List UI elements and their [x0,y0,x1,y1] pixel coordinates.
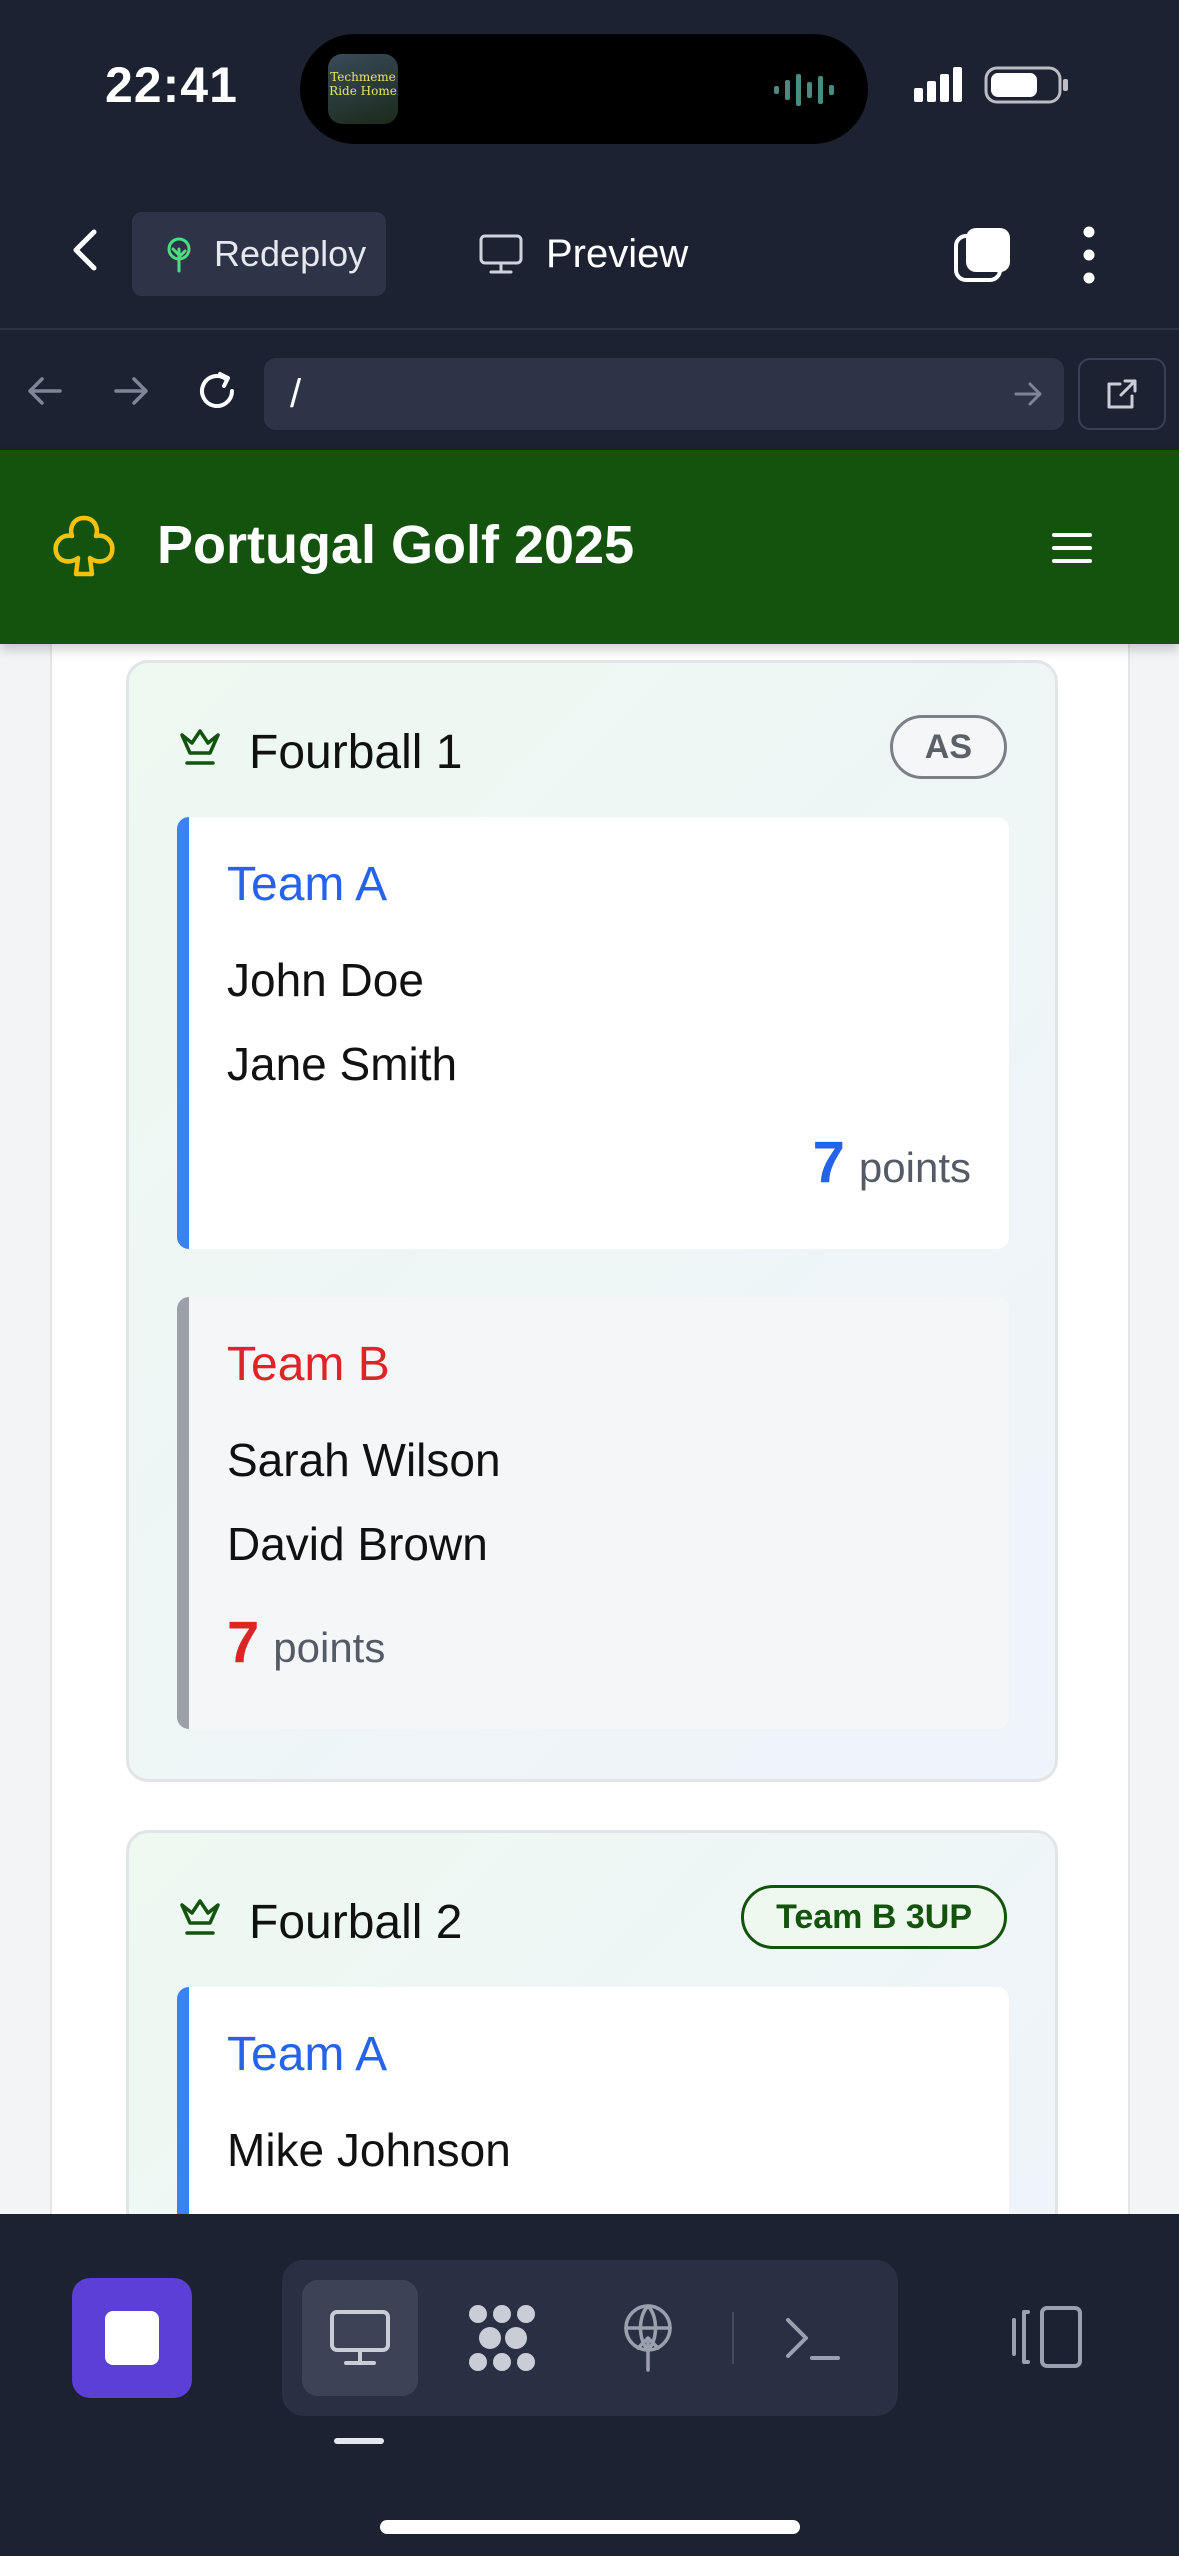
app-toolbar: Redeploy Preview [0,180,1179,330]
stop-icon [105,2311,159,2365]
view-switcher [282,2260,898,2416]
active-tab-indicator [334,2438,384,2444]
player-name: Sarah Wilson [227,1434,501,1486]
match-card: Fourball 1 AS Team A John Doe Jane Smith… [126,660,1058,1782]
signal-icon [914,67,962,102]
match-title: Fourball 1 [249,726,463,779]
team-b-points: 7 points [227,1609,385,1676]
team-a-name: Team A [227,858,388,911]
match-header: Fourball 2 Team B 3UP [177,1883,1007,1953]
status-icons [914,66,1068,104]
back-icon[interactable] [60,220,110,280]
redeploy-label: Redeploy [214,233,367,274]
url-text: / [290,371,302,416]
crown-icon [180,1899,220,1935]
site-header: Portugal Golf 2025 [0,450,1179,644]
match-status-badge: AS [889,715,1007,779]
terminal-icon [786,2318,840,2360]
preview-button[interactable]: Preview [478,212,688,296]
bottom-toolbar [0,2214,1179,2556]
player-name: David Brown [227,1518,488,1570]
team-a-card: Team A John Doe Jane Smith 7 points [177,817,1009,1249]
deploy-tree-icon [167,237,191,273]
desktop-view-button[interactable] [302,2280,418,2396]
url-input[interactable]: / [264,358,1064,430]
points-value: 7 [812,1130,845,1195]
dynamic-island[interactable]: Techmeme Ride Home [300,34,868,144]
match-status-badge: Team B 3UP [741,1885,1007,1949]
browser-back-icon[interactable] [14,360,76,422]
nodes-view-button[interactable] [444,2280,560,2396]
golf-club-icon[interactable] [48,512,120,584]
more-options-icon[interactable] [1066,224,1112,286]
crown-icon [180,729,220,765]
toolbar-divider [732,2312,734,2364]
player-name: Mike Johnson [227,2124,511,2176]
monitor-icon [479,234,523,274]
deploy-icon [624,2304,672,2372]
reload-icon[interactable] [186,360,248,422]
points-label: points [273,1624,386,1671]
points-value: 7 [227,1610,260,1675]
clock: 22:41 [105,57,238,113]
menu-icon[interactable] [1050,526,1094,570]
status-bar: 22:41 Techmeme Ride Home [0,0,1179,180]
team-a-card: Team A Mike Johnson [177,1987,1009,2214]
team-b-name: Team B [227,1338,390,1391]
open-external-button[interactable] [1078,358,1166,430]
team-b-card: Team B Sarah Wilson David Brown 7 points [177,1297,1009,1729]
battery-icon [984,66,1068,104]
points-label: points [858,1144,971,1191]
player-name: Jane Smith [227,1038,458,1090]
desktop-icon [330,2310,390,2365]
site-title[interactable]: Portugal Golf 2025 [157,514,634,576]
browser-forward-icon[interactable] [100,360,162,422]
audio-wave-icon [774,74,834,106]
matches-panel: Fourball 1 AS Team A John Doe Jane Smith… [50,644,1130,2214]
preview-label: Preview [546,231,689,276]
deploy-view-button[interactable] [590,2280,706,2396]
team-a-name: Team A [227,2028,388,2081]
match-header: Fourball 1 AS [177,713,1007,783]
external-link-icon [1107,379,1137,409]
stop-button[interactable] [72,2278,192,2398]
terminal-button[interactable] [754,2280,870,2396]
nodes-icon [469,2305,535,2371]
go-arrow-icon[interactable] [1010,376,1046,412]
panel-icon[interactable] [1006,2298,1086,2378]
team-a-points: 7 points [813,1129,971,1196]
match-card: Fourball 2 Team B 3UP Team A Mike Johnso… [126,1830,1058,2214]
home-indicator[interactable] [380,2520,800,2534]
player-name: John Doe [227,954,424,1006]
match-title: Fourball 2 [249,1896,463,1949]
now-playing-artwork: Techmeme Ride Home [328,54,398,124]
browser-bar: / [0,332,1179,450]
redeploy-button[interactable]: Redeploy [132,212,386,296]
tabs-icon[interactable] [952,224,1014,286]
page-content[interactable]: Fourball 1 AS Team A John Doe Jane Smith… [0,644,1179,2214]
